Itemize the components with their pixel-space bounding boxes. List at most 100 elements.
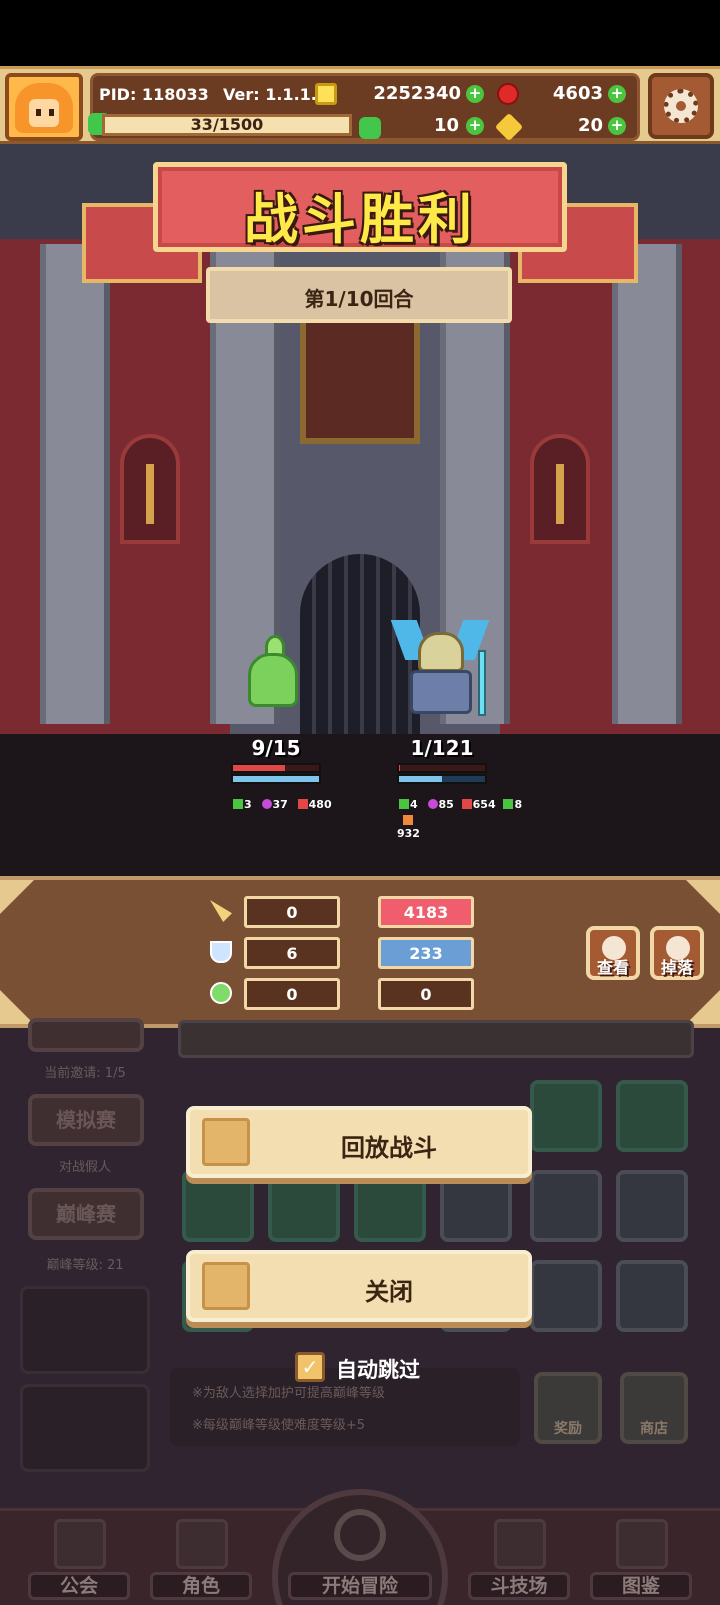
sim-match-button[interactable]: 模拟赛 (28, 1094, 144, 1146)
drop-button-label: 掉落 (660, 958, 693, 977)
locked-blessing-card[interactable] (616, 1170, 688, 1242)
invite-count: 当前邀请: 1/5 (44, 1066, 126, 1081)
nav-start-label: 开始冒险 (288, 1572, 432, 1600)
blessing-card-claw[interactable] (616, 1080, 688, 1152)
enemy-stat-poison: 85 (438, 798, 454, 811)
drop-button[interactable]: 掉落 (650, 926, 704, 980)
skull-icon (261, 799, 272, 809)
locked-blessing-card[interactable] (530, 1260, 602, 1332)
round-plate: 第1/10回合 (206, 267, 512, 323)
enemy-stat-attack: 654 (472, 798, 496, 811)
battle-ground (0, 734, 720, 876)
player-shield-fill (233, 776, 319, 782)
close-label: 关闭 (365, 1278, 413, 1306)
status-bar (0, 0, 720, 66)
blessing-card-paw[interactable] (530, 1080, 602, 1152)
crossed-swords-icon (494, 1519, 546, 1569)
player-heal-value: 0 (244, 978, 340, 1010)
add-clover-icon[interactable]: + (466, 117, 484, 135)
blessing-card[interactable] (268, 1170, 340, 1242)
enemy-stats: 4 85 654 8 (399, 798, 522, 811)
player-avatar[interactable] (5, 73, 83, 141)
player-hp-text: 9/15 (251, 736, 301, 760)
enemy-stat-burn: 932 (397, 827, 420, 840)
heal-icon (210, 982, 232, 1004)
locked-blessing-card[interactable] (530, 1170, 602, 1242)
nav-start-adventure[interactable]: 开始冒险 (272, 1489, 448, 1605)
sword-decor-icon (556, 464, 564, 524)
enemy-stat-speed: 4 (410, 798, 418, 811)
nav-character[interactable]: 角色 (142, 1511, 260, 1605)
replay-battle-button[interactable]: 回放战斗 (186, 1106, 532, 1178)
gear-icon (664, 89, 698, 123)
battle-result-panel: 0 4183 6 233 0 0 查看 掉落 (0, 876, 720, 1028)
arena-preview (178, 1020, 694, 1058)
exp-bar: 33/1500 (102, 114, 352, 136)
version-label: Ver: 1.1.1.2 (223, 85, 328, 104)
enemy-shield-fill (399, 776, 442, 782)
player-hp-fill (233, 765, 285, 771)
replay-battle-label: 回放战斗 (341, 1134, 437, 1162)
magnifier-icon (334, 1509, 386, 1561)
locked-blessing-card[interactable] (616, 1260, 688, 1332)
empty-slot (20, 1384, 150, 1472)
player-stats: 3 37 480 (233, 798, 332, 811)
player-stat-poison: 37 (272, 798, 288, 811)
blessing-card[interactable] (354, 1170, 426, 1242)
blessing-card[interactable] (182, 1170, 254, 1242)
character-icon (176, 1519, 228, 1569)
victory-banner: 战斗胜利 (153, 162, 567, 252)
book-icon (616, 1519, 668, 1569)
player-slime-sprite (243, 635, 303, 707)
player-damage-value: 0 (244, 896, 340, 928)
view-button[interactable]: 查看 (586, 926, 640, 980)
guild-icon (54, 1519, 106, 1569)
shop-button[interactable]: 商店 (620, 1372, 688, 1444)
reward-label: 奖励 (554, 1421, 582, 1437)
close-icon (202, 1262, 250, 1310)
attack-icon (461, 799, 472, 809)
gold-amount: 2252340 (373, 83, 461, 104)
peak-level: 巅峰等级: 21 (46, 1258, 124, 1273)
panel-corner (0, 990, 34, 1024)
sim-match-sub: 对战假人 (58, 1160, 111, 1175)
empty-slot (20, 1286, 150, 1374)
reward-button[interactable]: 奖励 (534, 1372, 602, 1444)
peak-match-button[interactable]: 巅峰赛 (28, 1188, 144, 1240)
key-icon (494, 112, 524, 142)
enemy-knight-sprite (390, 620, 490, 716)
nav-guild[interactable]: 公会 (20, 1511, 138, 1605)
enemy-shield-value: 233 (378, 937, 474, 969)
enemy-damage-value: 4183 (378, 896, 474, 928)
nav-character-label: 角色 (150, 1572, 252, 1600)
shop-label: 商店 (640, 1421, 668, 1437)
nav-arena[interactable]: 斗技场 (460, 1511, 578, 1605)
enemy-stat-thorn: 8 (514, 798, 523, 811)
nav-codex[interactable]: 图鉴 (582, 1511, 700, 1605)
view-button-label: 查看 (596, 958, 629, 977)
close-button[interactable]: 关闭 (186, 1250, 532, 1322)
clover-icon (359, 117, 381, 139)
shield-icon (210, 941, 232, 963)
tip-line-1: ※为敌人选择加护可提高巅峰等级 (192, 1386, 385, 1401)
locked-blessing-card[interactable] (440, 1170, 512, 1242)
add-gold-icon[interactable]: + (466, 85, 484, 103)
settings-button[interactable] (648, 73, 714, 139)
pid-label: PID: 118033 (99, 85, 209, 104)
enemy-hp-text: 1/121 (410, 736, 474, 760)
add-key-icon[interactable]: + (608, 117, 626, 135)
boot-icon (399, 799, 409, 809)
add-gem-icon[interactable]: + (608, 85, 626, 103)
thorn-icon (503, 799, 514, 809)
round-counter: 第1/10回合 (304, 287, 414, 311)
attack-icon (297, 799, 308, 809)
player-bars (231, 763, 321, 785)
enemy-heal-value: 0 (378, 978, 474, 1010)
victory-title: 战斗胜利 (244, 188, 476, 251)
boot-icon (233, 799, 243, 809)
auto-skip-checkbox[interactable]: ✓ (295, 1352, 325, 1382)
gold-coin-icon (315, 83, 337, 105)
panel-corner (686, 880, 720, 914)
nav-guild-label: 公会 (28, 1572, 130, 1600)
enemy-extra-stat: 932 (397, 815, 420, 840)
